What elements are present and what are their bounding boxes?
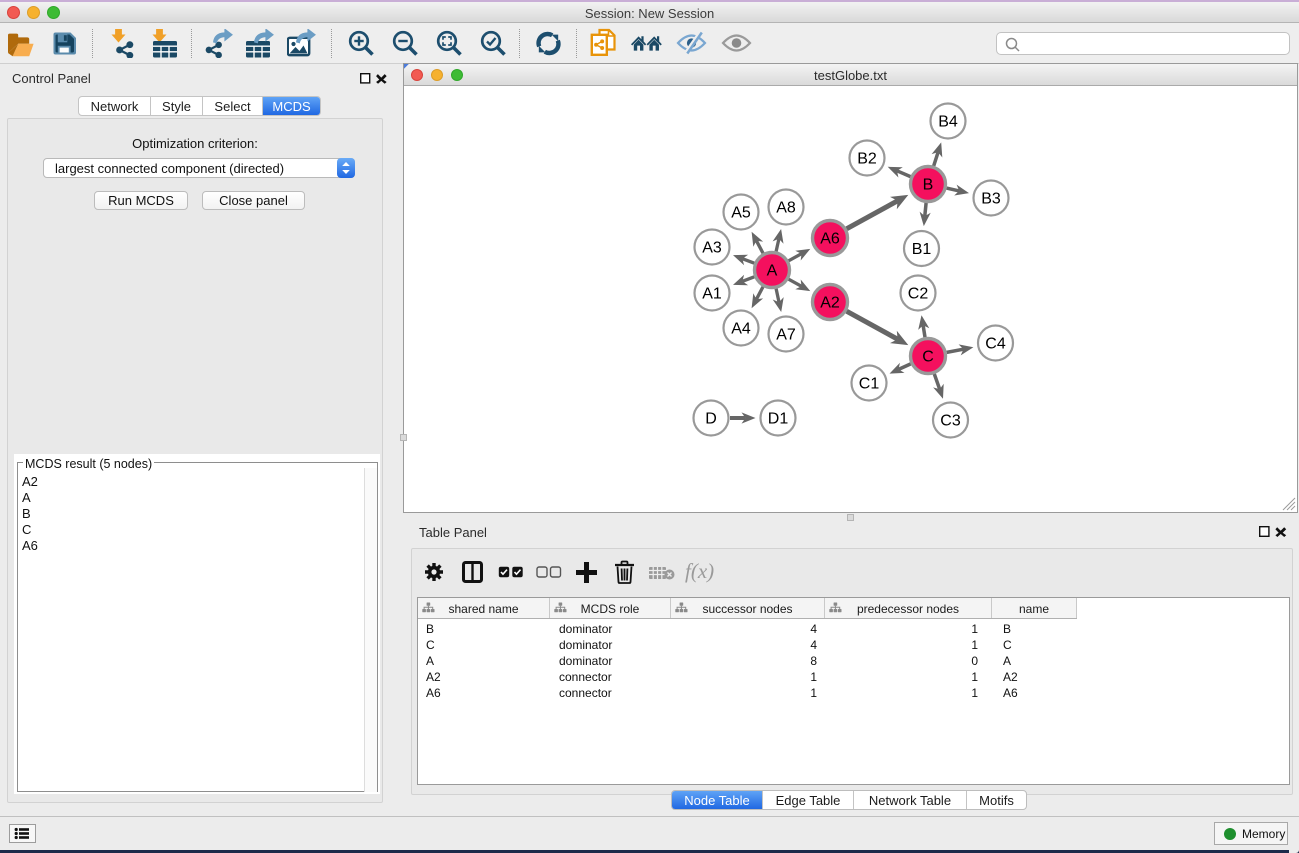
svg-text:A3: A3 [702,240,722,257]
svg-text:B4: B4 [938,114,958,131]
svg-text:B3: B3 [981,191,1001,208]
svg-text:C1: C1 [859,376,880,393]
svg-text:B2: B2 [857,151,877,168]
svg-text:A4: A4 [731,321,751,338]
svg-text:A6: A6 [820,231,840,248]
svg-text:A: A [767,263,778,280]
svg-text:D1: D1 [768,411,789,428]
svg-text:C2: C2 [908,286,929,303]
svg-text:C4: C4 [985,336,1006,353]
svg-text:B1: B1 [912,241,932,258]
svg-text:A1: A1 [702,286,722,303]
svg-text:A2: A2 [820,295,840,312]
svg-text:A5: A5 [731,205,751,222]
svg-text:A8: A8 [776,200,796,217]
svg-text:A7: A7 [776,327,796,344]
svg-text:D: D [705,411,717,428]
svg-text:C3: C3 [940,413,961,430]
svg-text:C: C [922,349,934,366]
svg-text:B: B [923,177,934,194]
